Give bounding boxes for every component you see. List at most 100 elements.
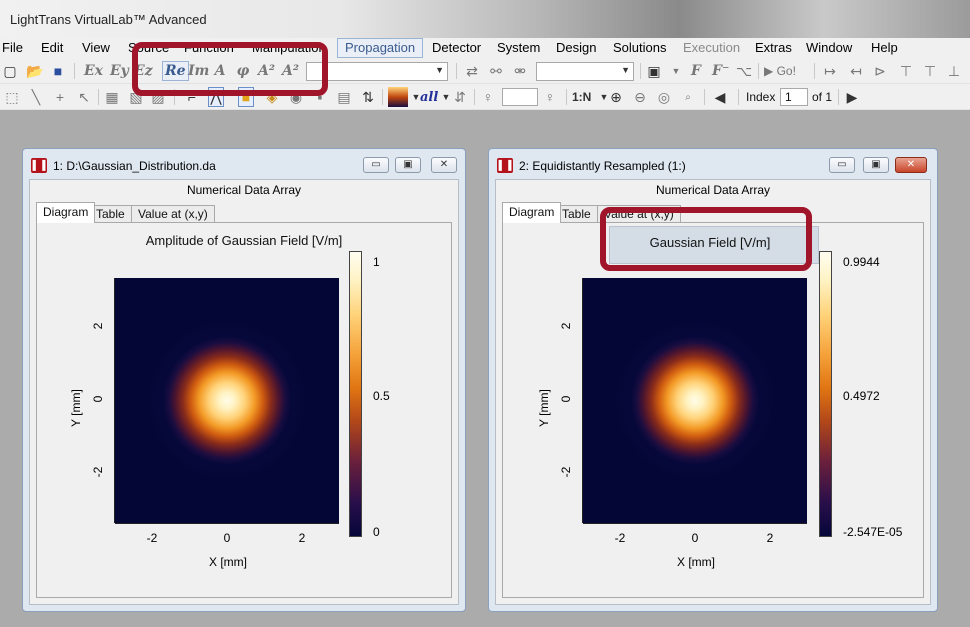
bulb-off-icon[interactable]: ♀: [542, 87, 558, 107]
refresh-icon[interactable]: ⇄: [464, 61, 480, 81]
window-titlebar[interactable]: ▌▐ 1: D:\Gaussian_Distribution.da ▭ ▣ ✕: [23, 149, 465, 181]
window-titlebar[interactable]: ▌▐ 2: Equidistantly Resampled (1:) ▭ ▣ ✕: [489, 149, 937, 181]
menu-view[interactable]: View: [82, 40, 110, 55]
next-icon[interactable]: ▶: [844, 87, 860, 107]
zoom-out-icon[interactable]: ⊖: [632, 87, 648, 107]
image-icon[interactable]: ▧: [128, 87, 144, 107]
real-part-button[interactable]: Re: [162, 61, 189, 81]
menu-function[interactable]: Function: [184, 40, 234, 55]
menu-manipulation[interactable]: Manipulation: [252, 40, 326, 55]
secondary-dropdown[interactable]: ▼: [536, 62, 634, 81]
amplitude-button[interactable]: A: [212, 61, 228, 81]
tab-table[interactable]: Table: [89, 205, 132, 223]
tab-diagram[interactable]: Diagram: [502, 202, 562, 223]
field-heatmap[interactable]: [583, 278, 807, 523]
threshold-input[interactable]: [502, 88, 538, 106]
fft-icon[interactable]: ⌥: [736, 61, 752, 81]
diagram-panel[interactable]: Gaussian Field [V/m] -2 0 2 2 0 -2 X [mm…: [502, 222, 924, 598]
phase-button[interactable]: φ: [235, 61, 251, 81]
menu-source[interactable]: Source: [128, 40, 169, 55]
chevron-down-icon[interactable]: ▼: [668, 61, 684, 81]
menu-detector[interactable]: Detector: [432, 40, 481, 55]
layers-icon[interactable]: ▤: [336, 87, 352, 107]
previous-icon[interactable]: ◀: [712, 87, 728, 107]
menu-window[interactable]: Window: [806, 40, 852, 55]
close-button[interactable]: ✕: [895, 157, 927, 173]
document-window-1[interactable]: ▌▐ 1: D:\Gaussian_Distribution.da ▭ ▣ ✕ …: [22, 148, 466, 612]
menu-edit[interactable]: Edit: [41, 40, 63, 55]
colorbar-mid-label: 0.4972: [843, 389, 880, 403]
line-tool-icon[interactable]: ╲: [28, 87, 44, 107]
distance-back-icon[interactable]: ↤: [848, 61, 864, 81]
distance-icon[interactable]: ↦: [822, 61, 838, 81]
diagram-panel[interactable]: Amplitude of Gaussian Field [V/m] -2 0 2…: [36, 222, 452, 598]
open-folder-icon[interactable]: 📂: [26, 61, 43, 81]
imaginary-part-button[interactable]: Im: [188, 61, 209, 81]
menu-propagation[interactable]: Propagation: [337, 38, 424, 58]
tab-value-at[interactable]: Value at (x,y): [131, 205, 215, 223]
sort-icon[interactable]: ⇅: [360, 87, 376, 107]
profile-icon[interactable]: ⋀: [208, 87, 224, 107]
intensity-button[interactable]: A²: [258, 61, 275, 81]
menu-file[interactable]: File: [2, 40, 23, 55]
zoom-in-icon[interactable]: ⊕: [608, 87, 624, 107]
link-icon[interactable]: ⚯: [488, 61, 504, 81]
document-window-2[interactable]: ▌▐ 2: Equidistantly Resampled (1:) ▭ ▣ ✕…: [488, 148, 938, 612]
menu-help[interactable]: Help: [871, 40, 898, 55]
save-icon[interactable]: ■: [50, 61, 66, 81]
go-button[interactable]: ▶ Go!: [764, 61, 796, 81]
menu-system[interactable]: System: [497, 40, 540, 55]
camera-icon[interactable]: ▪: [312, 87, 328, 107]
inverse-fourier-icon[interactable]: F⁻: [712, 61, 729, 81]
tab-diagram[interactable]: Diagram: [36, 202, 96, 223]
minimize-button[interactable]: ▭: [363, 157, 389, 173]
select-region-icon[interactable]: ⬚: [4, 87, 20, 107]
image-alt-icon[interactable]: ▨: [150, 87, 166, 107]
frame-icon[interactable]: ▣: [646, 61, 662, 81]
grating-icon[interactable]: ⊥: [946, 61, 962, 81]
3d-view-icon[interactable]: ◈: [264, 87, 280, 107]
restore-button[interactable]: ▣: [395, 157, 421, 173]
lens-pair-icon[interactable]: ⊤: [922, 61, 938, 81]
field-heatmap[interactable]: [115, 278, 339, 523]
chevron-down-icon: ▼: [621, 65, 630, 75]
menu-execution[interactable]: Execution: [683, 40, 740, 55]
colorbar-max-label: 0.9944: [843, 255, 880, 269]
cross-section-icon[interactable]: ⌐: [184, 87, 200, 107]
beam-icon[interactable]: ⊳: [872, 61, 888, 81]
ey-button[interactable]: Ey: [110, 61, 129, 81]
menu-design[interactable]: Design: [556, 40, 596, 55]
tab-value-at[interactable]: Value at (x,y): [597, 205, 681, 223]
bulb-icon[interactable]: ♀: [480, 87, 496, 107]
tab-table[interactable]: Table: [555, 205, 598, 223]
new-document-icon[interactable]: ▢: [2, 61, 18, 81]
false-color-icon[interactable]: ■: [238, 87, 254, 107]
toolbar-separator: [640, 63, 641, 79]
colormap-icon[interactable]: [388, 87, 408, 107]
menu-extras[interactable]: Extras: [755, 40, 792, 55]
index-input[interactable]: 1: [780, 88, 808, 106]
colorbar: [819, 251, 832, 537]
zoom-fit-icon[interactable]: ◎: [656, 87, 672, 107]
lens-icon[interactable]: ⊤: [898, 61, 914, 81]
crosshair-icon[interactable]: +: [52, 87, 68, 107]
component-dropdown[interactable]: ▼: [306, 62, 448, 81]
zoom-100-icon[interactable]: ⌕: [680, 87, 696, 107]
restore-button[interactable]: ▣: [863, 157, 889, 173]
fourier-icon[interactable]: F: [688, 61, 704, 81]
colorbar: [349, 251, 362, 537]
unlink-icon[interactable]: ⚮: [512, 61, 528, 81]
close-button[interactable]: ✕: [431, 157, 457, 173]
menu-solutions[interactable]: Solutions: [613, 40, 666, 55]
all-channels-dropdown[interactable]: all: [420, 87, 438, 107]
index-of-label: of 1: [812, 90, 833, 104]
ex-button[interactable]: Ex: [84, 61, 103, 81]
minimize-button[interactable]: ▭: [829, 157, 855, 173]
aspect-ratio-button[interactable]: 1:N: [572, 87, 591, 107]
grid-icon[interactable]: ▦: [104, 87, 120, 107]
pointer-icon[interactable]: ↖: [76, 87, 92, 107]
ez-button[interactable]: Ez: [134, 61, 153, 81]
swap-axes-icon[interactable]: ⇵: [452, 87, 468, 107]
intensity-db-button[interactable]: A²: [282, 61, 299, 81]
eye-icon[interactable]: ◉: [288, 87, 304, 107]
